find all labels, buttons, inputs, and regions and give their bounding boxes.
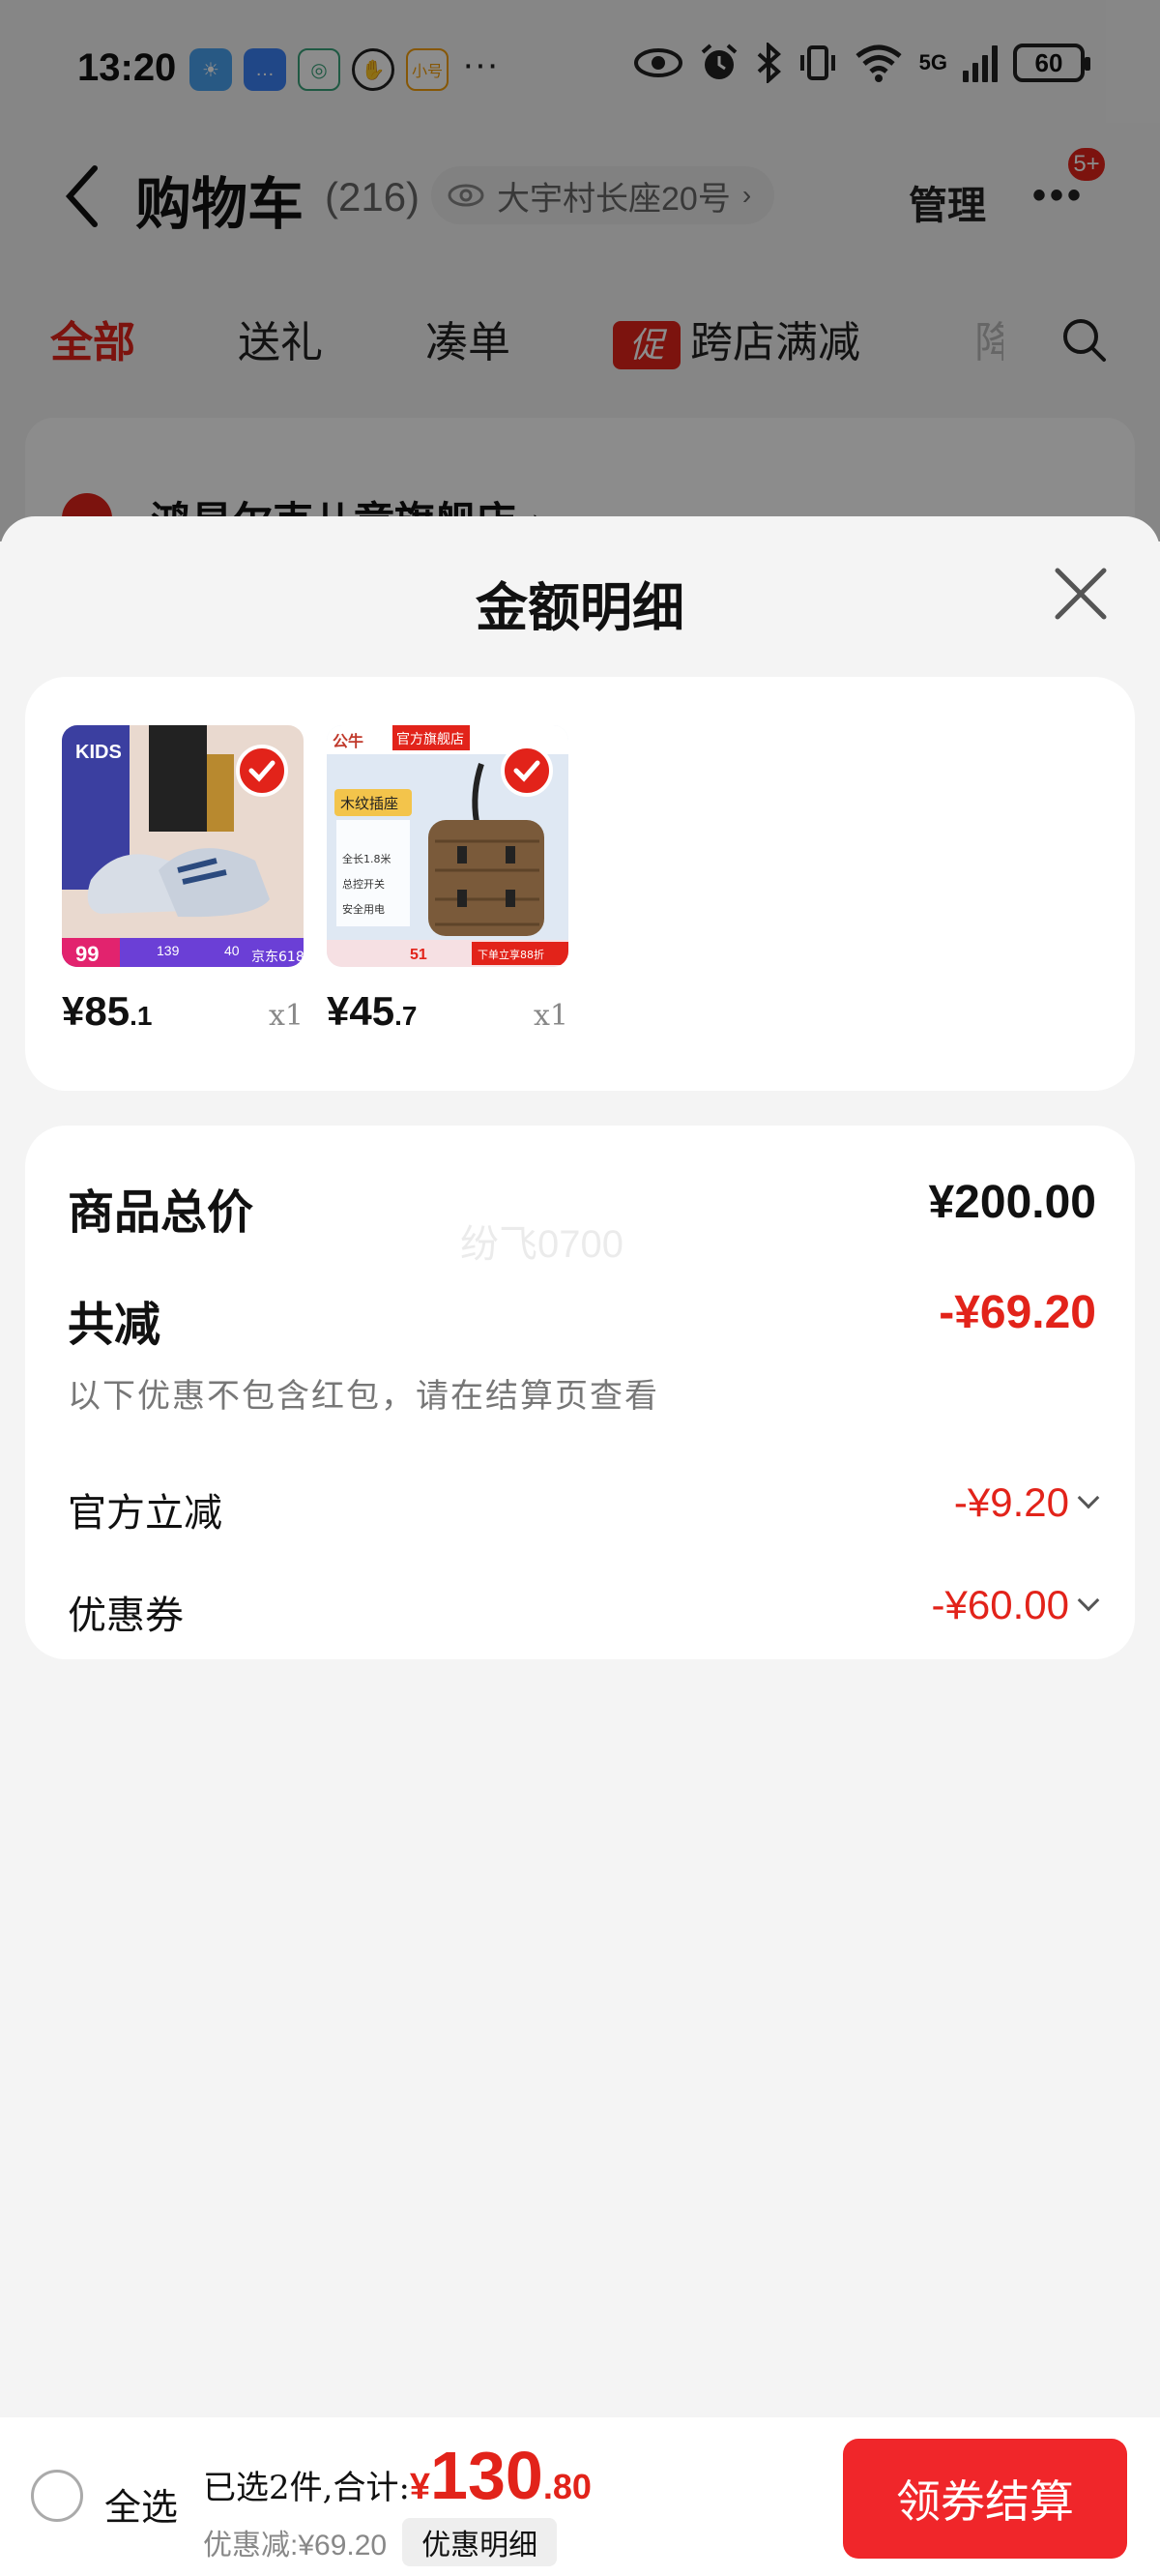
total-amount-int: 130	[430, 2438, 543, 2513]
socket-feature-3: 安全用电	[342, 902, 385, 916]
socket-promo-tag: 下单立享88折	[478, 948, 544, 961]
item-card[interactable]: KIDS 99 139 40 京东618 ¥85.1 x1	[62, 725, 304, 1035]
checkout-bar: 全选 已选2件,合计: ¥ 130 .80 优惠减:¥69.20 优惠明细 领券…	[0, 2417, 1160, 2576]
item-card[interactable]: 公牛 官方旗舰店 木纹插座 全长1.8米 总控开关 安全用电 51 下单立享88…	[327, 725, 568, 1035]
item-price-int: ¥85	[62, 988, 130, 1034]
total-amount-dec: .80	[542, 2467, 592, 2506]
amount-detail-sheet: 金额明细 KIDS 99 139 40 京东618 ¥85.1 x1 公牛 官方…	[0, 516, 1160, 2417]
watermark: 纷飞0700	[460, 1223, 624, 1266]
sheet-title: 金额明细	[476, 576, 684, 638]
socket-feature-1: 全长1.8米	[342, 852, 392, 865]
selected-items-card: KIDS 99 139 40 京东618 ¥85.1 x1 公牛 官方旗舰店 木…	[25, 677, 1135, 1091]
discount-detail-button[interactable]: 优惠明细	[402, 2518, 558, 2566]
item-qty: x1	[533, 999, 568, 1033]
chevron-down-icon	[1077, 1589, 1100, 1612]
total-summary: 已选2件,合计: ¥ 130 .80	[203, 2437, 592, 2514]
discount-line: 优惠减:¥69.20 优惠明细	[203, 2518, 558, 2566]
price-detail-card: 纷飞0700 商品总价 ¥200.00 共减 -¥69.20 以下优惠不包含红包…	[25, 1126, 1135, 1659]
socket-flag-text: 官方旗舰店	[396, 732, 464, 747]
modal-overlay[interactable]	[0, 0, 1160, 542]
shoe-price-tag: 99	[75, 942, 99, 966]
item-price-dec: .1	[130, 1001, 153, 1031]
item-check-icon[interactable]	[501, 745, 553, 797]
total-price-label: 商品总价	[68, 1186, 254, 1240]
item-price-row: ¥85.1 x1	[62, 988, 304, 1035]
socket-feature-2: 总控开关	[342, 877, 385, 891]
item-qty: x1	[268, 999, 304, 1033]
item-price: ¥85.1	[62, 988, 152, 1035]
discount-amount: 优惠减:¥69.20	[203, 2530, 388, 2561]
coupon-label: 优惠券	[68, 1594, 184, 1638]
total-reduce-value: -¥69.20	[939, 1287, 1096, 1338]
select-all-label[interactable]: 全选	[104, 2477, 178, 2531]
selected-summary: 已选2件,合计:	[203, 2469, 410, 2507]
socket-title-text: 木纹插座	[340, 795, 398, 812]
official-discount-label: 官方立减	[68, 1491, 222, 1536]
total-price-value: ¥200.00	[928, 1177, 1096, 1228]
total-currency: ¥	[409, 2467, 431, 2507]
official-discount-row[interactable]: -¥9.20	[953, 1479, 1100, 1526]
chevron-down-icon	[1077, 1486, 1100, 1509]
checkout-button[interactable]: 领券结算	[843, 2439, 1127, 2559]
shoe-price-tag-3: 40	[224, 943, 240, 958]
shoe-brand-text: KIDS	[75, 742, 122, 763]
coupon-value: -¥60.00	[931, 1582, 1069, 1627]
total-reduce-label: 共减	[68, 1298, 161, 1352]
shoe-price-tag-2: 139	[157, 943, 180, 958]
shoe-jd-tag: 京东618	[251, 950, 304, 965]
coupon-row[interactable]: -¥60.00	[931, 1582, 1100, 1628]
wood-socket-image: 公牛 官方旗舰店 木纹插座 全长1.8米 总控开关 安全用电 51 下单立享88…	[327, 725, 568, 967]
item-price-int: ¥45	[327, 988, 395, 1034]
item-check-icon[interactable]	[236, 745, 288, 797]
official-discount-value: -¥9.20	[953, 1479, 1069, 1525]
item-price-dec: .7	[394, 1001, 418, 1031]
socket-price-tag: 51	[410, 947, 427, 963]
close-icon[interactable]	[1050, 563, 1112, 625]
discount-note: 以下优惠不包含红包，请在结算页查看	[68, 1377, 659, 1416]
socket-brand-text: 公牛	[333, 732, 363, 750]
select-all-radio[interactable]	[31, 2470, 83, 2522]
item-price: ¥45.7	[327, 988, 417, 1035]
item-price-row: ¥45.7 x1	[327, 988, 568, 1035]
kids-shoes-image: KIDS 99 139 40 京东618	[62, 725, 304, 967]
